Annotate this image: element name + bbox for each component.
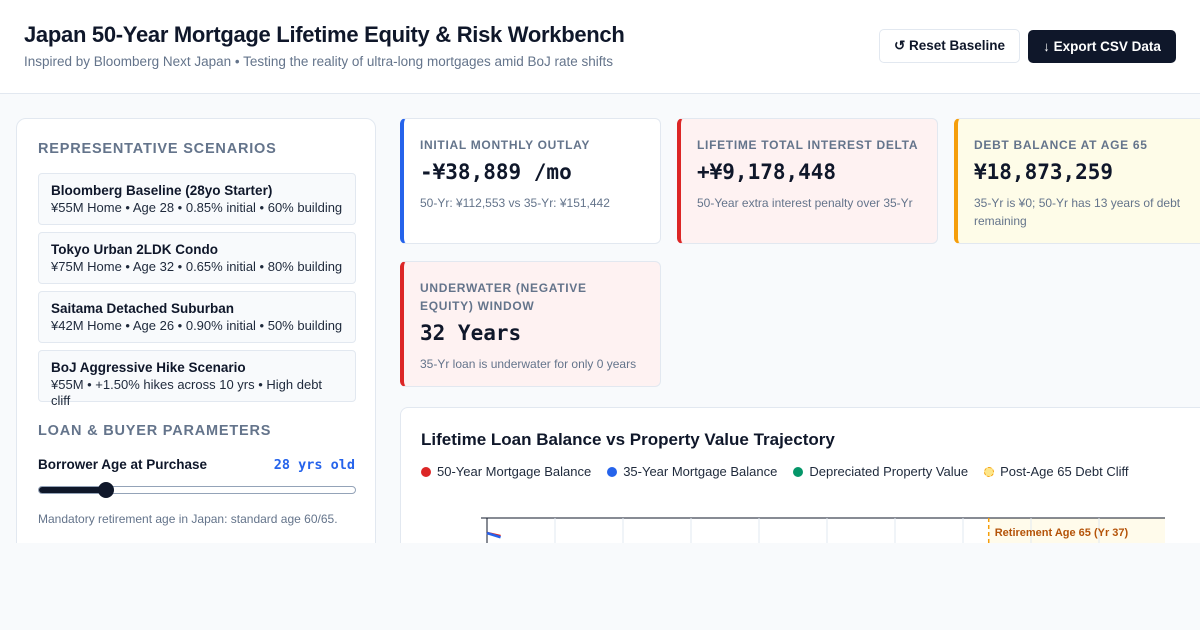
kpi-initial-monthly-outlay: Initial Monthly Outlay -¥38,889 /mo 50-Y… (400, 118, 661, 244)
age-slider-thumb[interactable] (98, 482, 115, 498)
kpi-sub: 35-Yr is ¥0; 50-Yr has 13 years of debt … (974, 196, 1181, 228)
scenario-name: Saitama Detached Suburban (51, 301, 235, 316)
export-csv-button[interactable]: ↓ Export CSV Data (1028, 30, 1176, 63)
kpi-sub: 50-Year extra interest penalty over 35-Y… (697, 196, 913, 210)
scenario-desc: ¥55M • +1.50% hikes across 10 yrs • High… (51, 377, 323, 408)
scenario-desc: ¥75M Home • Age 32 • 0.65% initial • 80%… (51, 259, 343, 274)
kpi-label: Lifetime Total Interest Delta (697, 138, 919, 152)
page-background (0, 543, 1200, 630)
scenario-desc: ¥42M Home • Age 26 • 0.90% initial • 50%… (51, 318, 343, 333)
kpi-sub: 50-Yr: ¥112,553 vs 35-Yr: ¥151,442 (420, 196, 610, 210)
age-param-note: Mandatory retirement age in Japan: stand… (38, 512, 338, 526)
app-title: Japan 50-Year Mortgage Lifetime Equity &… (24, 22, 625, 47)
scenario-card-boj-hike[interactable]: BoJ Aggressive Hike Scenario ¥55M • +1.5… (38, 350, 356, 408)
age-param-label: Borrower Age at Purchase (38, 457, 208, 472)
age-param-value: 28 yrs old (273, 457, 355, 473)
kpi-sub: 35-Yr loan is underwater for only 0 year… (420, 357, 637, 371)
kpi-value: 32 Years (420, 321, 522, 345)
kpi-value: +¥9,178,448 (697, 160, 837, 184)
kpi-label: Debt Balance at Age 65 (974, 138, 1148, 152)
scenarios-section-title: Representative Scenarios (38, 141, 277, 157)
scenario-name: Bloomberg Baseline (28yo Starter) (51, 183, 273, 198)
kpi-label: Initial Monthly Outlay (420, 138, 591, 152)
scenario-desc: ¥55M Home • Age 28 • 0.85% initial • 60%… (51, 200, 343, 215)
kpi-value: ¥18,873,259 (974, 160, 1114, 184)
kpi-value: -¥38,889 /mo (420, 160, 572, 184)
scenario-name: BoJ Aggressive Hike Scenario (51, 360, 246, 375)
retirement-annotation: Retirement Age 65 (Yr 37) (995, 527, 1129, 539)
kpi-interest-delta: Lifetime Total Interest Delta +¥9,178,44… (677, 118, 938, 244)
scenario-card-saitama[interactable]: Saitama Detached Suburban ¥42M Home • Ag… (38, 291, 356, 343)
sidebar-panel: Representative Scenarios Bloomberg Basel… (16, 118, 376, 558)
scenario-card-tokyo[interactable]: Tokyo Urban 2LDK Condo ¥75M Home • Age 3… (38, 232, 356, 284)
app-subtitle: Inspired by Bloomberg Next Japan • Testi… (24, 54, 614, 69)
scenario-card-baseline[interactable]: Bloomberg Baseline (28yo Starter) ¥55M H… (38, 173, 356, 225)
kpi-label: Underwater (Negative Equity) Window (420, 281, 587, 313)
kpi-debt-at-65: Debt Balance at Age 65 ¥18,873,259 35-Yr… (954, 118, 1200, 244)
app-header: Japan 50-Year Mortgage Lifetime Equity &… (0, 0, 1200, 94)
age-slider-track[interactable] (38, 486, 356, 494)
kpi-underwater-window: Underwater (Negative Equity) Window 32 Y… (400, 261, 661, 387)
age-slider-fill (39, 487, 108, 493)
scenario-name: Tokyo Urban 2LDK Condo (51, 242, 218, 257)
reset-baseline-button[interactable]: ↺ Reset Baseline (879, 29, 1020, 63)
parameters-section-title: Loan & Buyer Parameters (38, 423, 272, 439)
